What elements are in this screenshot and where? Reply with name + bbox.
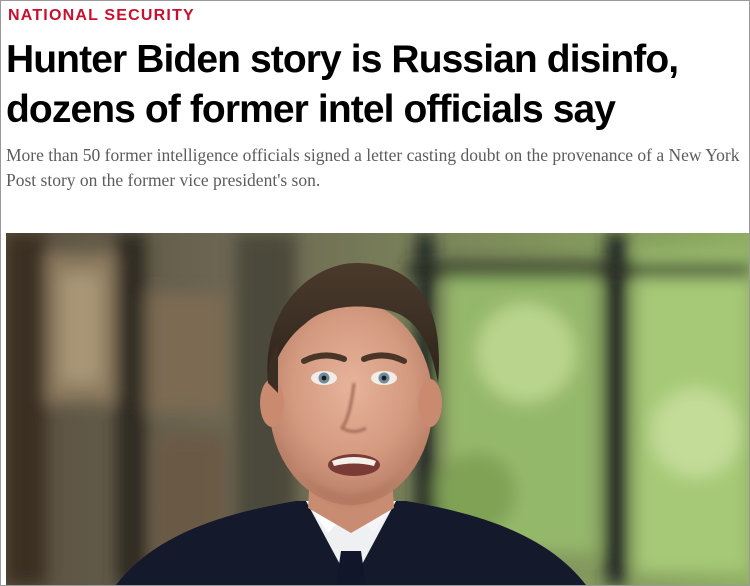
article-headline: Hunter Biden story is Russian disinfo, d… bbox=[6, 38, 679, 131]
article-dek: More than 50 former intelligence officia… bbox=[6, 145, 740, 190]
hero-image bbox=[6, 233, 749, 585]
article-frame: NATIONAL SECURITY Hunter Biden story is … bbox=[0, 0, 750, 586]
section-kicker[interactable]: NATIONAL SECURITY bbox=[8, 7, 195, 25]
hero-photo-illustration bbox=[6, 233, 749, 585]
